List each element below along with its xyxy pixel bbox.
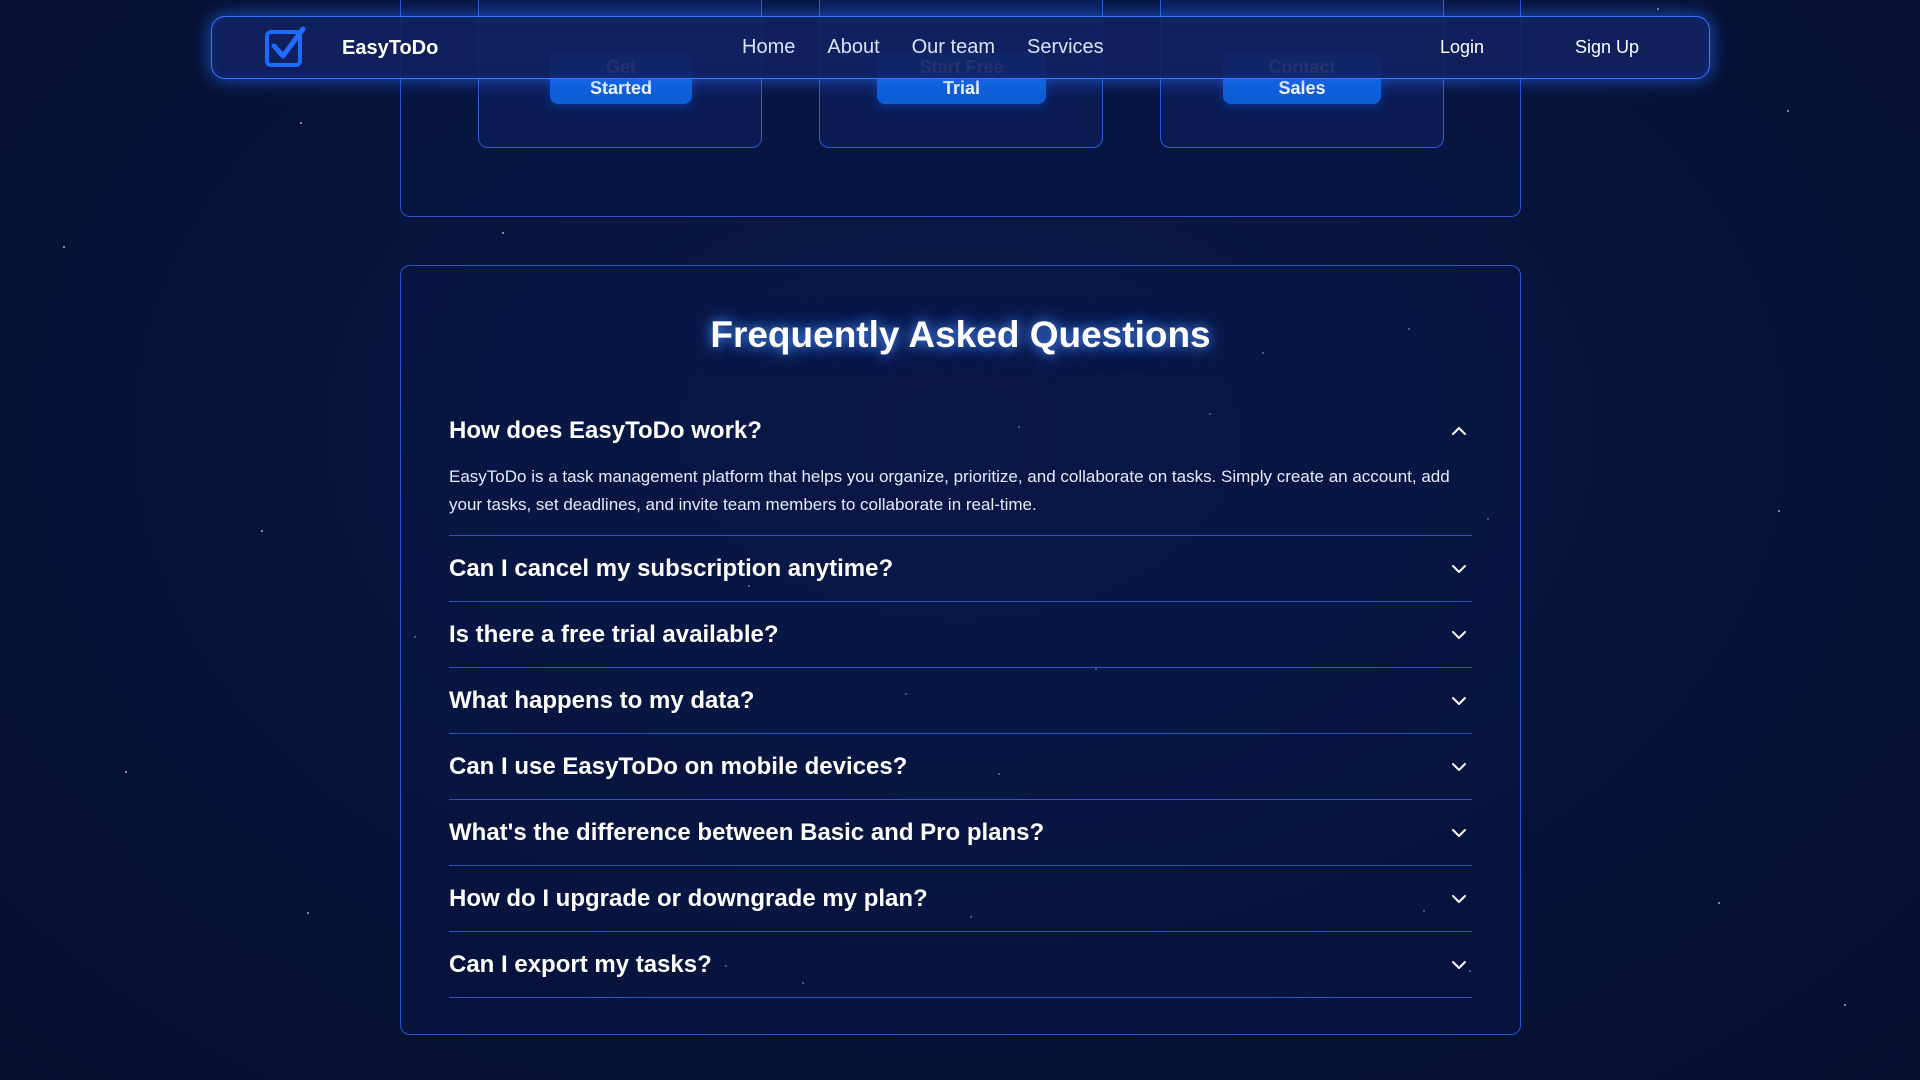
faq-item: Can I cancel my subscription anytime? [449, 536, 1472, 602]
faq-item: How do I upgrade or downgrade my plan? [449, 866, 1472, 932]
faq-question: Is there a free trial available? [449, 620, 779, 648]
faq-question: Can I export my tasks? [449, 950, 712, 978]
navbar: EasyToDo Home About Our team Services Lo… [211, 16, 1710, 79]
star [261, 530, 263, 532]
faq-item: What happens to my data? [449, 668, 1472, 734]
star [63, 246, 65, 248]
faq-section: Frequently Asked Questions How does Easy… [400, 265, 1521, 1035]
chevron-down-icon[interactable] [1448, 954, 1470, 976]
faq-item: Is there a free trial available? [449, 602, 1472, 668]
chevron-up-icon[interactable] [1448, 420, 1470, 442]
faq-list: How does EasyToDo work? EasyToDo is a ta… [449, 401, 1472, 998]
faq-question-toggle[interactable]: What's the difference between Basic and … [449, 800, 1472, 865]
star [307, 912, 309, 914]
chevron-down-icon[interactable] [1448, 624, 1470, 646]
login-link[interactable]: Login [1440, 37, 1484, 58]
star [1787, 110, 1789, 112]
star [502, 232, 504, 234]
star [125, 771, 127, 773]
faq-question: Can I cancel my subscription anytime? [449, 554, 894, 582]
faq-question-toggle[interactable]: Can I use EasyToDo on mobile devices? [449, 734, 1472, 799]
nav-home-link[interactable]: Home [742, 36, 795, 59]
faq-question: How do I upgrade or downgrade my plan? [449, 884, 928, 912]
nav-about-link[interactable]: About [827, 36, 879, 59]
chevron-down-icon[interactable] [1448, 822, 1470, 844]
faq-question-toggle[interactable]: How do I upgrade or downgrade my plan? [449, 866, 1472, 931]
brand-name[interactable]: EasyToDo [342, 37, 438, 60]
checkbox-logo-icon[interactable] [262, 25, 308, 71]
chevron-down-icon[interactable] [1448, 756, 1470, 778]
star [300, 122, 302, 124]
nav-services-link[interactable]: Services [1027, 36, 1104, 59]
faq-question-toggle[interactable]: How does EasyToDo work? [449, 401, 1472, 461]
faq-question-toggle[interactable]: Can I cancel my subscription anytime? [449, 536, 1472, 601]
nav-links: Home About Our team Services [742, 36, 1104, 59]
star [1657, 8, 1659, 10]
faq-question-toggle[interactable]: Is there a free trial available? [449, 602, 1472, 667]
star [1844, 1004, 1846, 1006]
faq-title: Frequently Asked Questions [710, 314, 1211, 355]
faq-item: What's the difference between Basic and … [449, 800, 1472, 866]
faq-question-toggle[interactable]: What happens to my data? [449, 668, 1472, 733]
faq-question: How does EasyToDo work? [449, 417, 762, 444]
faq-item: Can I export my tasks? [449, 932, 1472, 998]
chevron-down-icon[interactable] [1448, 888, 1470, 910]
faq-question: What's the difference between Basic and … [449, 818, 1045, 846]
faq-question: Can I use EasyToDo on mobile devices? [449, 752, 908, 780]
star [1778, 510, 1780, 512]
sign-up-link[interactable]: Sign Up [1575, 37, 1639, 58]
nav-our-team-link[interactable]: Our team [912, 36, 995, 59]
faq-question: What happens to my data? [449, 686, 755, 714]
faq-answer: EasyToDo is a task management platform t… [449, 467, 1450, 514]
star [1718, 902, 1720, 904]
faq-question-toggle[interactable]: Can I export my tasks? [449, 932, 1472, 997]
chevron-down-icon[interactable] [1448, 558, 1470, 580]
faq-item: Can I use EasyToDo on mobile devices? [449, 734, 1472, 800]
chevron-down-icon[interactable] [1448, 690, 1470, 712]
faq-item: How does EasyToDo work? EasyToDo is a ta… [449, 401, 1472, 536]
